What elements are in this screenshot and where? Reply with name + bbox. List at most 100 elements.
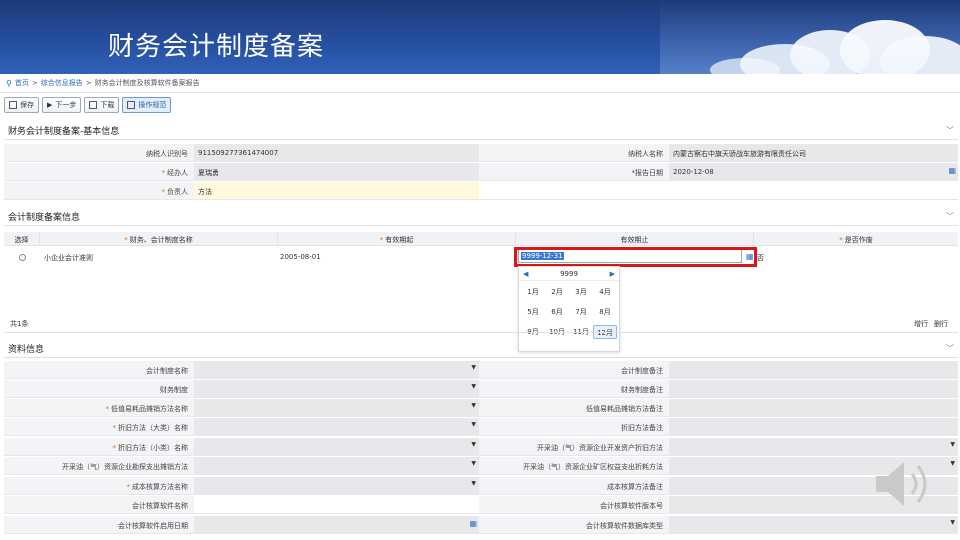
picker-year[interactable]: 9999 bbox=[560, 270, 578, 278]
save-button[interactable]: 保存 bbox=[4, 97, 39, 113]
materials-left-field[interactable]: ▼ bbox=[194, 380, 479, 397]
guide-icon bbox=[127, 101, 136, 109]
location-pin-icon: ⚲ bbox=[6, 78, 12, 88]
speaker-icon[interactable] bbox=[870, 454, 936, 514]
materials-left-field[interactable]: ▼ bbox=[194, 477, 479, 494]
breadcrumb-sep: > bbox=[85, 79, 92, 87]
col-end: 有效期止 bbox=[516, 232, 754, 245]
materials-left-label: * 折旧方法（小类）名称 bbox=[4, 438, 194, 455]
materials-row: * 折旧方法（小类）名称 ▼ 开采油（气）资源企业开发资产折旧方法 ▼ bbox=[4, 438, 958, 456]
materials-left-label: * 低值易耗品摊销方法名称 bbox=[4, 399, 194, 416]
month-option[interactable]: 8月 bbox=[593, 305, 617, 319]
month-option[interactable]: 1月 bbox=[521, 285, 545, 299]
materials-right-field[interactable]: ▼ bbox=[669, 438, 958, 455]
dropdown-arrow-icon[interactable]: ▼ bbox=[471, 460, 476, 467]
chevron-down-icon[interactable]: ﹀ bbox=[946, 211, 954, 222]
col-start: * 有效期起 bbox=[278, 232, 516, 245]
slide-title: 财务会计制度备案 bbox=[108, 32, 325, 62]
materials-left-field[interactable]: ▼ bbox=[194, 457, 479, 474]
principal-field[interactable]: 方法 bbox=[194, 182, 479, 199]
delete-row-button[interactable]: 删行 bbox=[934, 319, 948, 329]
month-option[interactable]: 7月 bbox=[569, 305, 593, 319]
row-select-radio[interactable] bbox=[18, 254, 26, 261]
guide-button[interactable]: 操作规范 bbox=[122, 97, 172, 113]
materials-right-label: 折旧方法备注 bbox=[479, 418, 669, 435]
table-row: 小企业会计准则 2005-08-01 bbox=[4, 248, 958, 268]
report-date-field[interactable]: 2020-12-08 ▦ bbox=[669, 163, 958, 180]
materials-row: 财务制度 ▼ 财务制度备注 bbox=[4, 380, 958, 398]
materials-left-label: * 折旧方法（大类）名称 bbox=[4, 418, 194, 435]
breadcrumb-home[interactable]: 首页 bbox=[15, 78, 29, 88]
dropdown-arrow-icon[interactable]: ▼ bbox=[471, 402, 476, 409]
play-icon: ▶ bbox=[47, 101, 53, 109]
col-name: * 财务、会计制度名称 bbox=[40, 232, 278, 245]
filing-table-header: 选择 * 财务、会计制度名称 * 有效期起 有效期止 * 是否作废 bbox=[4, 232, 958, 246]
next-button[interactable]: ▶ 下一步 bbox=[42, 97, 82, 113]
materials-left-field[interactable]: ▦ bbox=[194, 516, 479, 533]
handler-field: 夏瑞勇 bbox=[194, 163, 479, 180]
dropdown-arrow-icon[interactable]: ▼ bbox=[471, 364, 476, 371]
breadcrumb-section[interactable]: 综合信息报告 bbox=[41, 78, 83, 88]
month-option[interactable]: 4月 bbox=[593, 285, 617, 299]
dropdown-arrow-icon[interactable]: ▼ bbox=[471, 383, 476, 390]
dropdown-arrow-icon[interactable]: ▼ bbox=[471, 480, 476, 487]
breadcrumb: ⚲ 首页 > 综合信息报告 > 财务会计制度及核算软件备案报告 bbox=[6, 78, 200, 88]
materials-right-label: 低值易耗品摊销方法备注 bbox=[479, 399, 669, 416]
chevron-down-icon[interactable]: ﹀ bbox=[946, 125, 954, 136]
col-negate: * 是否作废 bbox=[839, 236, 873, 244]
materials-left-field[interactable]: ▼ bbox=[194, 361, 479, 378]
materials-row: * 低值易耗品摊销方法名称 ▼ 低值易耗品摊销方法备注 bbox=[4, 399, 958, 417]
materials-right-field[interactable] bbox=[669, 361, 958, 378]
download-button[interactable]: 下载 bbox=[84, 97, 120, 113]
dropdown-arrow-icon[interactable]: ▼ bbox=[950, 460, 955, 467]
month-option[interactable]: 2月 bbox=[545, 285, 569, 299]
materials-right-label: 财务制度备注 bbox=[479, 380, 669, 397]
materials-left-field[interactable]: ▼ bbox=[194, 418, 479, 435]
materials-right-label: 成本核算方法备注 bbox=[479, 477, 669, 494]
prev-year-icon[interactable]: ◀ bbox=[523, 270, 528, 278]
dropdown-arrow-icon[interactable]: ▼ bbox=[950, 441, 955, 448]
materials-right-field[interactable] bbox=[669, 399, 958, 416]
materials-right-label: 会计核算软件数据库类型 bbox=[479, 516, 669, 533]
materials-left-label: 开采油（气）资源企业勘探支出摊销方法 bbox=[4, 457, 194, 474]
dropdown-arrow-icon[interactable]: ▼ bbox=[471, 421, 476, 428]
materials-right-field[interactable]: ▼ bbox=[669, 516, 958, 533]
add-row-button[interactable]: 增行 bbox=[914, 319, 928, 329]
chevron-down-icon[interactable]: ﹀ bbox=[946, 343, 954, 354]
toolbar: 保存 ▶ 下一步 下载 操作规范 bbox=[4, 97, 172, 113]
materials-left-field[interactable]: ▼ bbox=[194, 438, 479, 455]
dropdown-arrow-icon[interactable]: ▼ bbox=[950, 519, 955, 526]
month-option[interactable]: 3月 bbox=[569, 285, 593, 299]
calendar-icon[interactable]: ▦ bbox=[469, 519, 477, 528]
month-option[interactable]: 5月 bbox=[521, 305, 545, 319]
row-count: 共1条 bbox=[10, 320, 29, 328]
highlight-box bbox=[514, 247, 757, 267]
save-icon bbox=[9, 101, 17, 109]
basic-info-header[interactable]: 财务会计制度备案-基本信息 ﹀ bbox=[4, 122, 958, 140]
taxpayer-name-field: 内蒙古察右中旗天骄战车旅游有限责任公司 bbox=[669, 144, 958, 161]
row-negate[interactable]: 否 bbox=[757, 253, 764, 263]
principal-label: * 负责人 bbox=[4, 182, 194, 199]
dropdown-arrow-icon[interactable]: ▼ bbox=[471, 441, 476, 448]
materials-left-label: * 成本核算方法名称 bbox=[4, 477, 194, 494]
next-year-icon[interactable]: ▶ bbox=[610, 270, 615, 278]
materials-header[interactable]: 资料信息 ﹀ bbox=[4, 340, 958, 358]
materials-right-field[interactable] bbox=[669, 380, 958, 397]
row-name[interactable]: 小企业会计准则 bbox=[40, 248, 278, 268]
materials-left-label: 财务制度 bbox=[4, 380, 194, 397]
handler-label: * 经办人 bbox=[4, 163, 194, 180]
filing-info-header[interactable]: 会计制度备案信息 ﹀ bbox=[4, 208, 958, 226]
materials-row: 开采油（气）资源企业勘探支出摊销方法 ▼ 开采油（气）资源企业矿区权益支出折耗方法 ▼ bbox=[4, 457, 958, 475]
materials-left-field[interactable] bbox=[194, 496, 479, 513]
basic-row-2: * 经办人 夏瑞勇 *报告日期 2020-12-08 ▦ bbox=[4, 163, 958, 181]
row-start[interactable]: 2005-08-01 bbox=[278, 248, 516, 268]
materials-right-field[interactable] bbox=[669, 418, 958, 435]
materials-left-field[interactable]: ▼ bbox=[194, 399, 479, 416]
materials-right-label: 开采油（气）资源企业矿区权益支出折耗方法 bbox=[479, 457, 669, 474]
materials-row: * 成本核算方法名称 ▼ 成本核算方法备注 bbox=[4, 477, 958, 495]
month-option[interactable]: 6月 bbox=[545, 305, 569, 319]
slide-banner: 财务会计制度备案 bbox=[0, 0, 960, 74]
col-select: 选择 bbox=[4, 232, 40, 245]
calendar-icon[interactable]: ▦ bbox=[948, 166, 956, 175]
materials-row: 会计核算软件启用日期 ▦ 会计核算软件数据库类型 ▼ bbox=[4, 516, 958, 534]
